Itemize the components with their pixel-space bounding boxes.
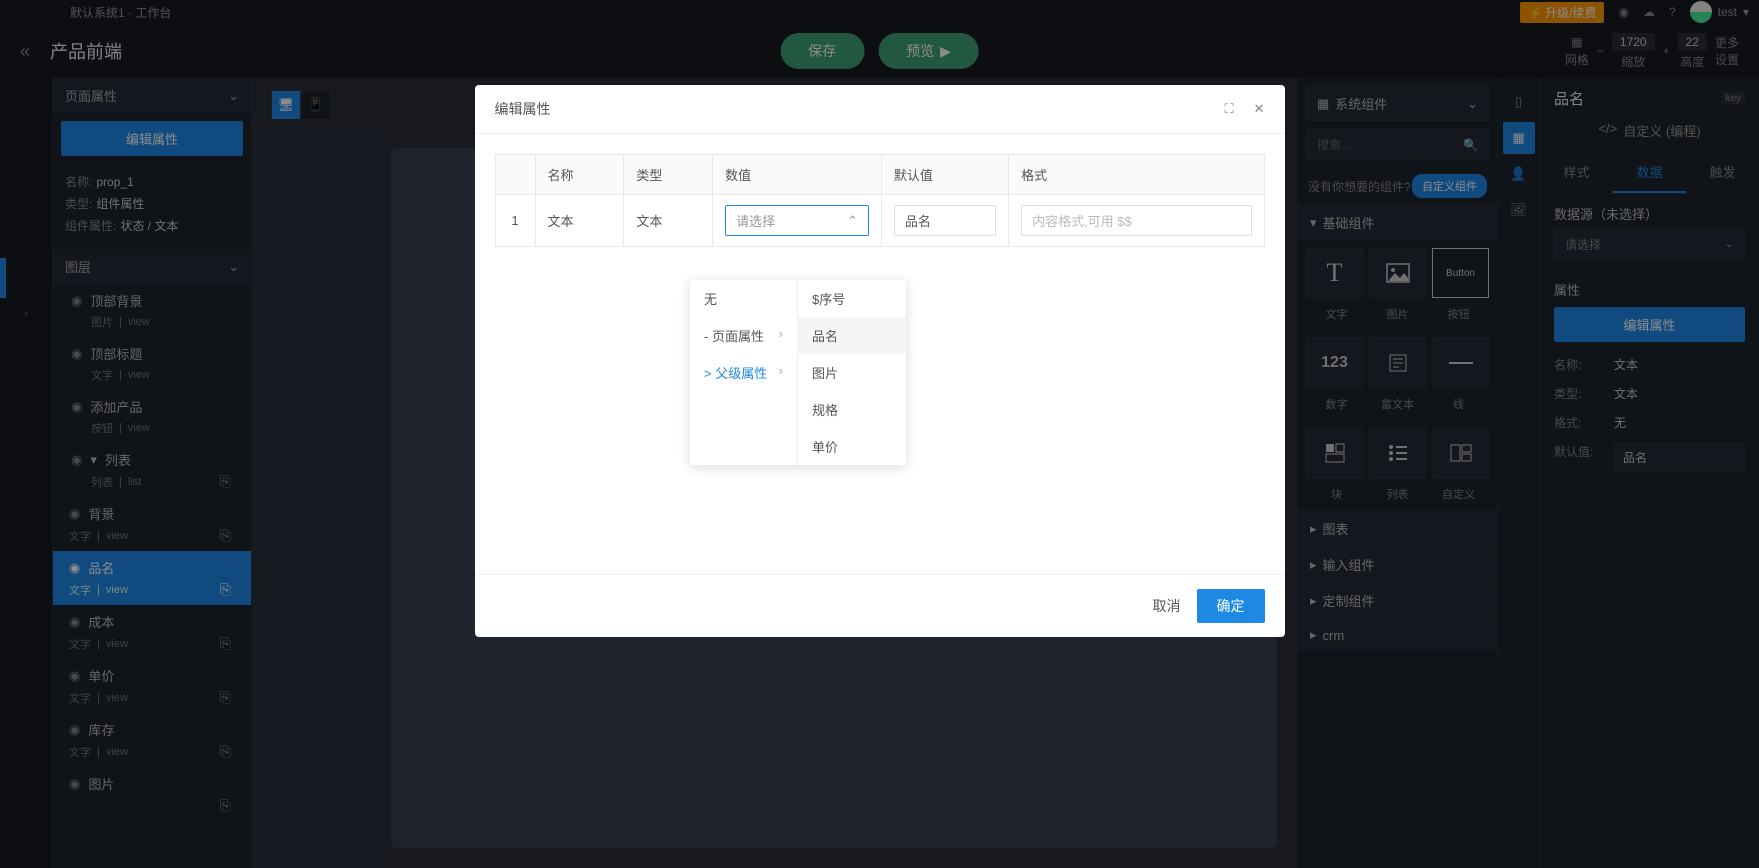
chevron-right-icon: ›: [779, 326, 783, 345]
value-cascade-dropdown: 无 - 页面属性› > 父级属性› $序号 品名 图片 规格 单价: [690, 280, 906, 465]
prop-format-input[interactable]: 内容格式,可用 $$: [1021, 205, 1251, 236]
cascade-item-spec[interactable]: 规格: [798, 391, 906, 428]
prop-value-select[interactable]: 请选择⌃: [725, 205, 869, 236]
cascade-item-pageprop[interactable]: - 页面属性›: [690, 317, 797, 354]
chevron-right-icon: ›: [779, 363, 783, 382]
prop-type[interactable]: 文本: [624, 195, 713, 247]
modal-title: 编辑属性: [495, 99, 551, 119]
cascade-item-image[interactable]: 图片: [798, 354, 906, 391]
expand-icon[interactable]: ⛶: [1224, 101, 1233, 117]
close-icon[interactable]: ✕: [1254, 101, 1265, 117]
cascade-item-none[interactable]: 无: [690, 280, 797, 317]
table-row: 1 文本 文本 请选择⌃ 品名 内容格式,可用 $$: [495, 195, 1264, 247]
cascade-item-name[interactable]: 品名: [798, 317, 906, 354]
prop-name[interactable]: 文本: [535, 195, 624, 247]
cascade-item-parentprop[interactable]: > 父级属性›: [690, 354, 797, 391]
cascade-item-price[interactable]: 单价: [798, 428, 906, 465]
chevron-up-icon: ⌃: [847, 213, 858, 229]
cancel-button[interactable]: 取消: [1153, 596, 1181, 616]
property-table: 名称 类型 数值 默认值 格式 1 文本 文本 请选择⌃ 品名 内容格式,可用 …: [495, 154, 1265, 247]
confirm-button[interactable]: 确定: [1197, 589, 1265, 623]
cascade-item-index[interactable]: $序号: [798, 280, 906, 317]
prop-default-input[interactable]: 品名: [894, 205, 996, 236]
